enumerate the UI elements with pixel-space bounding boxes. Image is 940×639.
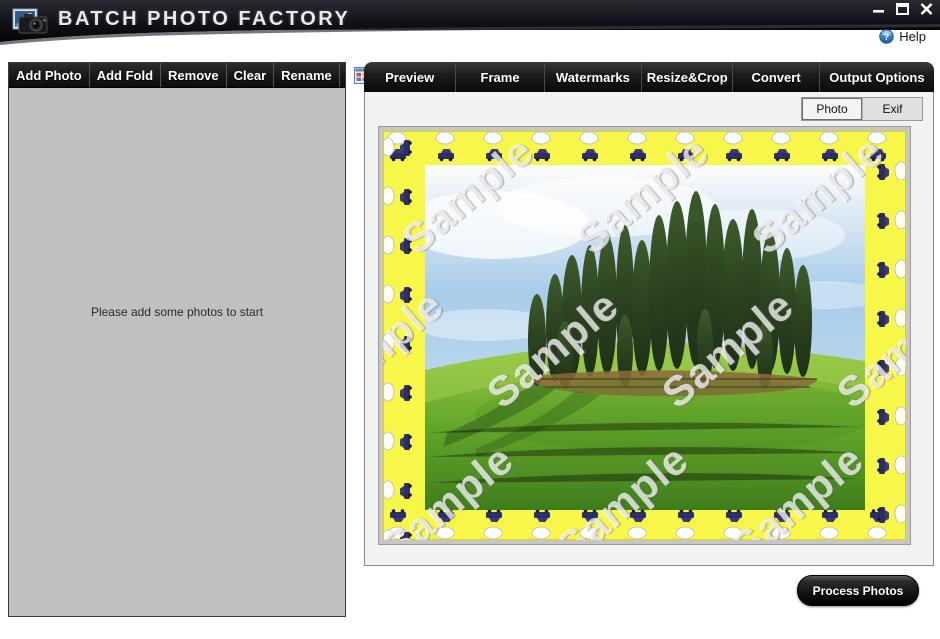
photo-list-empty-area[interactable]: Please add some photos to start (9, 88, 345, 616)
remove-button[interactable]: Remove (161, 63, 227, 87)
help-button[interactable]: ? Help (879, 29, 926, 44)
help-label: Help (899, 29, 926, 44)
add-photo-button[interactable]: Add Photo (9, 63, 90, 87)
empty-state-message: Please add some photos to start (90, 305, 264, 319)
application-window: BATCH PHOTO FACTORY ? Help Add Photo Add… (0, 0, 940, 639)
photo-list-toolbar: Add Photo Add Fold Remove Clear Rename (9, 63, 376, 88)
title-bar: BATCH PHOTO FACTORY ? Help (0, 0, 940, 46)
app-logo-icon (12, 8, 48, 34)
maximize-button[interactable] (895, 2, 910, 16)
photo-image (425, 165, 865, 510)
preview-stage[interactable]: Sample Sample Sample Sample Sample Sampl… (378, 126, 911, 545)
window-controls (871, 1, 934, 17)
preview-subtabs: Photo Exif (801, 97, 923, 121)
add-folder-button[interactable]: Add Fold (90, 63, 162, 87)
editor-panel: Preview Frame Watermarks Resize&Crop Con… (364, 62, 934, 566)
cypress-trees-photo (425, 165, 865, 510)
tab-output-options[interactable]: Output Options (820, 62, 934, 92)
preview-content-area: Photo Exif Sample Sample Sample Sample S… (364, 92, 934, 566)
tab-preview[interactable]: Preview (364, 62, 457, 92)
minimize-icon (873, 10, 884, 13)
tab-watermarks[interactable]: Watermarks (545, 62, 643, 92)
tab-resize-crop[interactable]: Resize&Crop (642, 62, 734, 92)
clear-button[interactable]: Clear (227, 63, 275, 87)
subtab-photo[interactable]: Photo (802, 98, 862, 120)
process-photos-button[interactable]: Process Photos (797, 575, 919, 606)
photo-list-panel: Add Photo Add Fold Remove Clear Rename P… (8, 62, 376, 617)
rename-button[interactable]: Rename (274, 63, 340, 87)
subtab-exif[interactable]: Exif (862, 98, 922, 120)
maximize-icon (896, 3, 909, 15)
close-icon (920, 3, 933, 15)
app-title: BATCH PHOTO FACTORY (58, 8, 351, 30)
tab-convert[interactable]: Convert (733, 62, 820, 92)
process-photos-label: Process Photos (812, 583, 904, 598)
question-circle-icon: ? (879, 29, 894, 44)
editor-tabbar: Preview Frame Watermarks Resize&Crop Con… (364, 62, 934, 92)
svg-text:?: ? (884, 32, 889, 42)
tab-frame[interactable]: Frame (456, 62, 545, 92)
photo-with-frame: Sample Sample Sample Sample Sample Sampl… (383, 131, 906, 540)
minimize-button[interactable] (871, 2, 886, 16)
close-button[interactable] (919, 2, 934, 16)
